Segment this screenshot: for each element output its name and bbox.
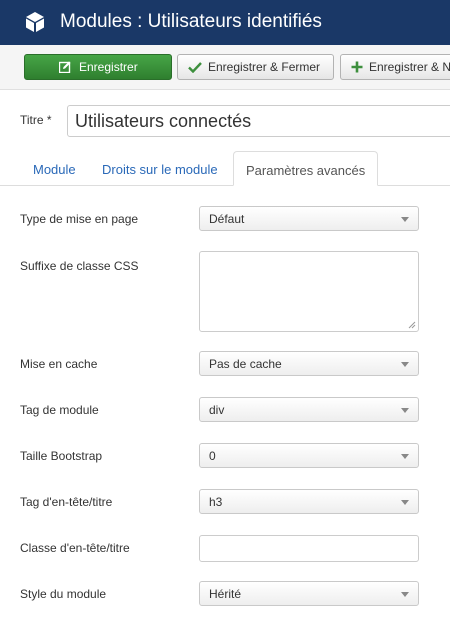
title-input[interactable] xyxy=(67,105,450,137)
module-style-label: Style du module xyxy=(20,587,107,601)
bootstrap-size-select-value: 0 xyxy=(209,449,216,463)
chevron-down-icon xyxy=(401,500,409,505)
caching-select-value: Pas de cache xyxy=(209,357,282,371)
save-close-button[interactable]: Enregistrer & Fermer xyxy=(177,54,334,80)
header-tag-label: Tag d'en-tête/titre xyxy=(20,495,113,509)
header-class-label: Classe d'en-tête/titre xyxy=(20,541,130,555)
save-button-label: Enregistrer xyxy=(79,60,138,74)
layout-select-value: Défaut xyxy=(209,212,245,226)
layout-label: Type de mise en page xyxy=(20,212,139,226)
css-suffix-textarea[interactable] xyxy=(199,251,419,332)
save-new-button-label: Enregistrer & N xyxy=(369,60,450,74)
bootstrap-size-label: Taille Bootstrap xyxy=(20,449,103,463)
chevron-down-icon xyxy=(401,217,409,222)
chevron-down-icon xyxy=(401,454,409,459)
check-icon xyxy=(188,62,202,73)
header-class-input[interactable] xyxy=(199,535,419,562)
layout-select[interactable]: Défaut xyxy=(199,206,419,231)
bootstrap-size-select[interactable]: 0 xyxy=(199,443,419,468)
module-tag-select[interactable]: div xyxy=(199,397,419,422)
resize-grip-icon[interactable] xyxy=(408,321,416,329)
header-bar: Modules : Utilisateurs identifiés xyxy=(0,0,450,45)
tab-advanced[interactable]: Paramètres avancés xyxy=(233,151,378,186)
module-style-select[interactable]: Hérité xyxy=(199,581,419,606)
tab-permissions[interactable]: Droits sur le module xyxy=(102,162,218,177)
cube-icon xyxy=(26,12,44,32)
save-new-button[interactable]: Enregistrer & N xyxy=(340,54,450,80)
css-suffix-label: Suffixe de classe CSS xyxy=(20,259,139,273)
header-tag-select-value: h3 xyxy=(209,495,223,509)
toolbar: Enregistrer Enregistrer & Fermer Enregis… xyxy=(0,45,450,90)
caching-select[interactable]: Pas de cache xyxy=(199,351,419,376)
save-close-button-label: Enregistrer & Fermer xyxy=(208,60,321,74)
chevron-down-icon xyxy=(401,592,409,597)
module-style-select-value: Hérité xyxy=(209,587,242,601)
edit-icon xyxy=(59,61,71,73)
module-tag-label: Tag de module xyxy=(20,403,99,417)
save-button[interactable]: Enregistrer xyxy=(24,54,172,80)
plus-icon xyxy=(351,61,363,73)
tab-module[interactable]: Module xyxy=(33,162,76,177)
page-title: Modules : Utilisateurs identifiés xyxy=(60,11,322,32)
header-tag-select[interactable]: h3 xyxy=(199,489,419,514)
chevron-down-icon xyxy=(401,362,409,367)
caching-label: Mise en cache xyxy=(20,357,98,371)
title-label: Titre * xyxy=(20,113,52,127)
module-tag-select-value: div xyxy=(209,403,225,417)
chevron-down-icon xyxy=(401,408,409,413)
tab-bar-line xyxy=(0,185,450,186)
